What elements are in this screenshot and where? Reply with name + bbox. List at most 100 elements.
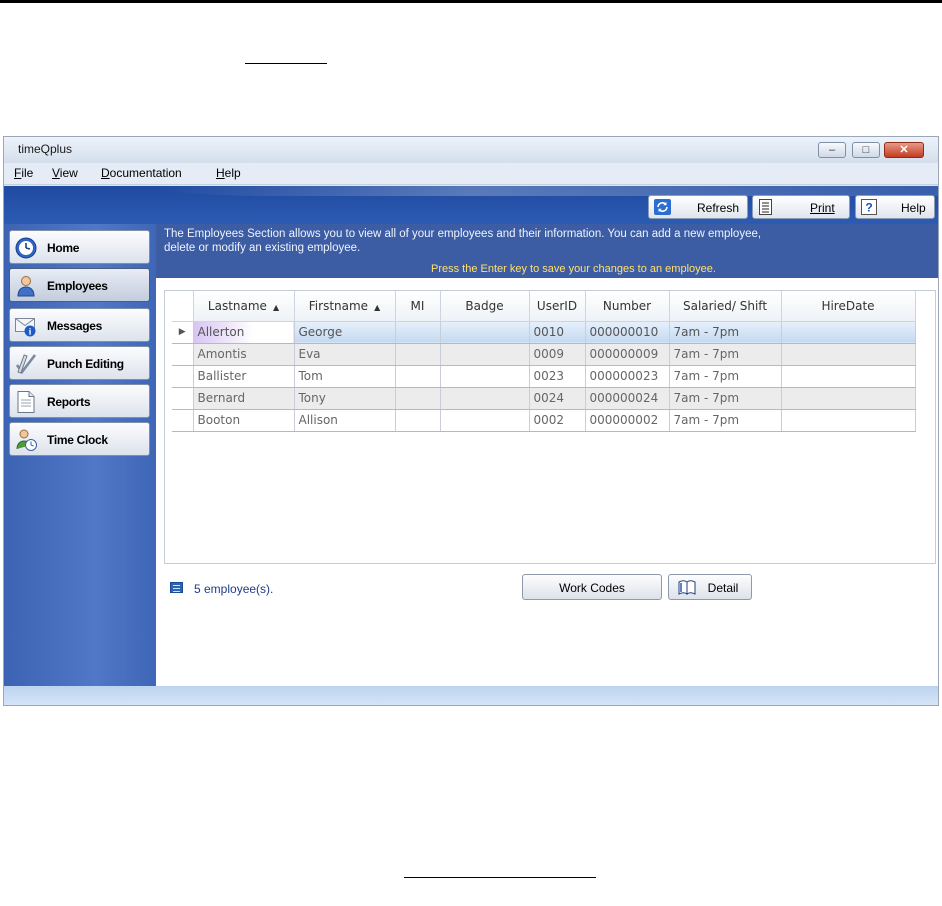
cell-firstname[interactable]: Eva — [294, 343, 396, 366]
cell-hiredate[interactable] — [781, 365, 916, 388]
cell-shift[interactable]: 7am - 7pm — [669, 321, 782, 344]
column-header-mi[interactable]: MI — [395, 291, 441, 322]
app-window: timeQplus – □ ✕ File View Documentation … — [3, 136, 939, 706]
cell-hiredate[interactable] — [781, 321, 916, 344]
cell-lastname[interactable]: Ballister — [193, 365, 295, 388]
sidebar-item-reports[interactable]: Reports — [9, 384, 150, 418]
minimize-button[interactable]: – — [818, 142, 846, 158]
document-icon — [15, 391, 37, 413]
print-button[interactable]: Print — [752, 195, 850, 219]
table-row[interactable]: Booton Allison 0002 000000002 7am - 7pm — [172, 409, 916, 432]
menu-view[interactable]: View — [52, 166, 78, 180]
sort-ascending-icon: ▲ — [374, 302, 381, 312]
close-icon: ✕ — [899, 144, 909, 156]
cell-shift[interactable]: 7am - 7pm — [669, 409, 782, 432]
maximize-button[interactable]: □ — [852, 142, 880, 158]
column-header-firstname[interactable]: Firstname ▲ — [294, 291, 396, 322]
table-row[interactable]: Amontis Eva 0009 000000009 7am - 7pm — [172, 343, 916, 366]
menu-bar: File View Documentation Help — [4, 163, 938, 185]
cell-firstname[interactable]: Tony — [294, 387, 396, 410]
clock-icon — [15, 237, 37, 259]
menu-documentation[interactable]: Documentation — [101, 166, 182, 180]
help-button[interactable]: ? Help — [855, 195, 935, 219]
employees-panel: The Employees Section allows you to view… — [156, 224, 938, 686]
cell-badge[interactable] — [440, 365, 530, 388]
cell-lastname[interactable]: Booton — [193, 409, 295, 432]
sidebar-item-home[interactable]: Home — [9, 230, 150, 264]
column-header-badge[interactable]: Badge — [440, 291, 530, 322]
cell-badge[interactable] — [440, 343, 530, 366]
table-row[interactable]: Bernard Tony 0024 000000024 7am - 7pm — [172, 387, 916, 410]
column-header-number[interactable]: Number — [585, 291, 670, 322]
column-header-lastname[interactable]: Lastname ▲ — [193, 291, 295, 322]
info-hint: Press the Enter key to save your changes… — [431, 263, 716, 275]
column-header-salaried-shift[interactable]: Salaried/ Shift — [669, 291, 782, 322]
cell-userid[interactable]: 0023 — [529, 365, 586, 388]
column-header-hiredate[interactable]: HireDate — [781, 291, 916, 322]
sidebar-item-label: Punch Editing — [47, 357, 124, 371]
sidebar-item-label: Employees — [47, 279, 108, 293]
cell-hiredate[interactable] — [781, 343, 916, 366]
cell-mi[interactable] — [395, 387, 441, 410]
cell-mi[interactable] — [395, 365, 441, 388]
list-icon — [170, 582, 183, 593]
cell-number[interactable]: 000000010 — [585, 321, 670, 344]
title-bar: timeQplus – □ ✕ — [4, 137, 938, 163]
cell-shift[interactable]: 7am - 7pm — [669, 343, 782, 366]
cell-lastname[interactable]: Allerton — [193, 321, 295, 344]
employee-grid[interactable]: Lastname ▲ Firstname ▲ MI Badge UserID Num… — [164, 290, 936, 564]
cell-firstname[interactable]: Allison — [294, 409, 396, 432]
sidebar: Home Employees i Messages Punch Editing — [4, 224, 156, 686]
book-icon — [678, 580, 696, 598]
close-button[interactable]: ✕ — [884, 142, 924, 158]
minimize-icon: – — [828, 144, 836, 156]
print-label: Print — [810, 201, 835, 215]
cell-hiredate[interactable] — [781, 387, 916, 410]
refresh-button[interactable]: Refresh — [648, 195, 748, 219]
sidebar-item-messages[interactable]: i Messages — [9, 308, 150, 342]
cell-userid[interactable]: 0009 — [529, 343, 586, 366]
cell-mi[interactable] — [395, 409, 441, 432]
menu-file[interactable]: File — [14, 166, 33, 180]
cell-badge[interactable] — [440, 321, 530, 344]
top-rule — [0, 0, 942, 3]
cell-mi[interactable] — [395, 343, 441, 366]
cell-number[interactable]: 000000024 — [585, 387, 670, 410]
sidebar-item-label: Time Clock — [47, 433, 108, 447]
cell-userid[interactable]: 0024 — [529, 387, 586, 410]
employee-count: 5 employee(s). — [194, 582, 274, 596]
sidebar-item-time-clock[interactable]: Time Clock — [9, 422, 150, 456]
sidebar-item-employees[interactable]: Employees — [9, 268, 150, 302]
cell-number[interactable]: 000000002 — [585, 409, 670, 432]
cell-userid[interactable]: 0010 — [529, 321, 586, 344]
cell-shift[interactable]: 7am - 7pm — [669, 365, 782, 388]
work-codes-button[interactable]: Work Codes — [522, 574, 662, 600]
cell-badge[interactable] — [440, 387, 530, 410]
cell-number[interactable]: 000000023 — [585, 365, 670, 388]
cell-hiredate[interactable] — [781, 409, 916, 432]
cell-firstname[interactable]: George — [294, 321, 396, 344]
cell-number[interactable]: 000000009 — [585, 343, 670, 366]
row-header-corner — [172, 291, 194, 322]
menu-help[interactable]: Help — [216, 166, 241, 180]
work-codes-label: Work Codes — [559, 581, 625, 595]
help-label: Help — [901, 201, 926, 215]
cell-lastname[interactable]: Amontis — [193, 343, 295, 366]
table-header-row: Lastname ▲ Firstname ▲ MI Badge UserID Num… — [172, 291, 916, 322]
sidebar-item-punch-editing[interactable]: Punch Editing — [9, 346, 150, 380]
checkmark-pencil-icon — [15, 353, 37, 375]
cell-mi[interactable] — [395, 321, 441, 344]
cell-shift[interactable]: 7am - 7pm — [669, 387, 782, 410]
table-row[interactable]: Ballister Tom 0023 000000023 7am - 7pm — [172, 365, 916, 388]
cell-userid[interactable]: 0002 — [529, 409, 586, 432]
selected-row-arrow-icon: ▶ — [172, 321, 194, 344]
bottom-rule — [404, 877, 596, 878]
table-row[interactable]: ▶ Allerton George 0010 000000010 7am - 7… — [172, 321, 916, 344]
detail-button[interactable]: Detail — [668, 574, 752, 600]
cell-lastname[interactable]: Bernard — [193, 387, 295, 410]
column-header-userid[interactable]: UserID — [529, 291, 586, 322]
sidebar-item-label: Messages — [47, 319, 102, 333]
cell-badge[interactable] — [440, 409, 530, 432]
cell-firstname[interactable]: Tom — [294, 365, 396, 388]
sidebar-item-label: Reports — [47, 395, 91, 409]
